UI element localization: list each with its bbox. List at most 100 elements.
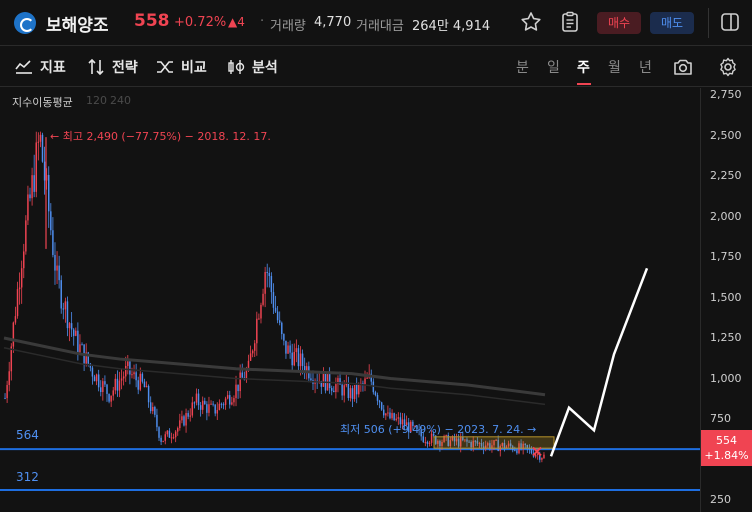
- candle-up: [264, 272, 266, 294]
- candle-up: [322, 373, 325, 387]
- candle-up: [358, 384, 360, 395]
- candle-up: [179, 420, 181, 429]
- candle-down: [91, 367, 94, 377]
- candle-down: [285, 340, 287, 354]
- candle-down: [50, 211, 52, 231]
- candle-down: [29, 194, 31, 199]
- candle-down: [220, 403, 223, 405]
- y-tick-label: 750: [710, 412, 731, 425]
- candle-down: [41, 134, 44, 162]
- current-price: 558: [134, 11, 170, 31]
- candle-down: [149, 402, 152, 412]
- chart-plot-area[interactable]: [0, 88, 752, 512]
- candle-up: [189, 415, 191, 417]
- strategy-icon: [88, 58, 104, 76]
- candle-down: [158, 427, 160, 438]
- candle-down: [283, 334, 285, 341]
- period-year[interactable]: 년: [639, 57, 652, 77]
- candle-down: [54, 254, 56, 271]
- candle-down: [333, 390, 335, 393]
- compare-tool[interactable]: 비교: [155, 57, 207, 77]
- candle-up: [120, 378, 123, 381]
- candle-down: [281, 322, 283, 335]
- candle-up: [262, 293, 264, 305]
- candle-up: [364, 378, 366, 385]
- candle-down: [141, 373, 144, 382]
- camera-icon[interactable]: [671, 55, 695, 79]
- candle-up: [397, 417, 400, 419]
- candle-up: [201, 400, 204, 410]
- candle-down: [328, 372, 331, 389]
- period-month[interactable]: 월: [608, 57, 621, 77]
- candle-up: [249, 353, 252, 361]
- price-chart[interactable]: 지수이동평균 120 240 2,750 2,500 2,250 2,000 1,750…: [0, 88, 752, 512]
- candle-down: [376, 394, 379, 401]
- indicator-tool[interactable]: 지표: [14, 57, 66, 77]
- projection-line: [549, 267, 649, 457]
- candle-down: [266, 272, 268, 274]
- analysis-tool[interactable]: 분석: [226, 57, 278, 77]
- candle-down: [289, 345, 291, 353]
- separator-dot: ·: [260, 14, 265, 29]
- candle-down: [43, 161, 46, 181]
- candle-up: [20, 268, 23, 288]
- candle-up: [210, 403, 212, 405]
- period-minute[interactable]: 분: [516, 57, 529, 77]
- candle-up: [18, 287, 21, 290]
- candle-up: [95, 374, 98, 382]
- change-percent: +0.72%: [174, 15, 227, 30]
- amount-label: 거래대금: [356, 19, 404, 34]
- candle-up: [12, 322, 15, 347]
- candle-up: [181, 416, 183, 421]
- amount-value: 264만 4,914: [412, 19, 491, 34]
- candle-up: [239, 372, 241, 392]
- clipboard-icon[interactable]: [558, 10, 582, 34]
- candle-down: [422, 436, 425, 443]
- candle-down: [100, 387, 102, 392]
- candle-down: [116, 378, 119, 391]
- active-period-indicator: [577, 83, 591, 85]
- strategy-tool[interactable]: 전략: [86, 57, 138, 77]
- sell-button[interactable]: 매도: [650, 12, 694, 34]
- candle-down: [426, 441, 429, 444]
- consolidation-box: [433, 436, 555, 449]
- candle-up: [39, 134, 42, 142]
- compare-icon: [157, 61, 173, 73]
- candle-down: [58, 265, 60, 281]
- candle-up: [162, 440, 164, 442]
- candle-down: [374, 392, 377, 395]
- candle-up: [428, 442, 431, 444]
- settings-icon[interactable]: [716, 55, 740, 79]
- candle-up: [23, 251, 25, 269]
- candle-down: [104, 381, 106, 385]
- candle-up: [133, 372, 135, 375]
- candle-down: [147, 385, 150, 403]
- candle-up: [170, 437, 173, 439]
- candle-up: [208, 404, 210, 413]
- candle-up: [122, 376, 125, 379]
- candle-down: [206, 404, 208, 413]
- candle-up: [295, 348, 298, 352]
- company-logo-icon: [14, 12, 36, 34]
- candle-down: [183, 416, 185, 426]
- candle-up: [127, 361, 129, 366]
- candle-up: [56, 265, 58, 271]
- period-week[interactable]: 주: [577, 57, 590, 77]
- candle-down: [70, 323, 73, 330]
- ema-120-line: [3, 346, 546, 406]
- candle-down: [274, 307, 277, 312]
- candle-up: [177, 428, 179, 432]
- current-price-tag-value: 554: [716, 434, 737, 447]
- candle-up: [253, 343, 256, 351]
- y-tick-label: 1,000: [710, 371, 742, 385]
- candle-down: [268, 272, 271, 277]
- y-tick-label: 1,500: [710, 290, 742, 304]
- buy-button[interactable]: 매수: [597, 12, 641, 34]
- star-icon[interactable]: [519, 10, 543, 34]
- candle-down: [106, 384, 108, 394]
- period-day[interactable]: 일: [547, 57, 560, 77]
- candle-up: [64, 301, 67, 310]
- candle-down: [4, 397, 6, 399]
- ema-240-line: [3, 336, 546, 397]
- sidebar-toggle-icon[interactable]: [718, 10, 742, 34]
